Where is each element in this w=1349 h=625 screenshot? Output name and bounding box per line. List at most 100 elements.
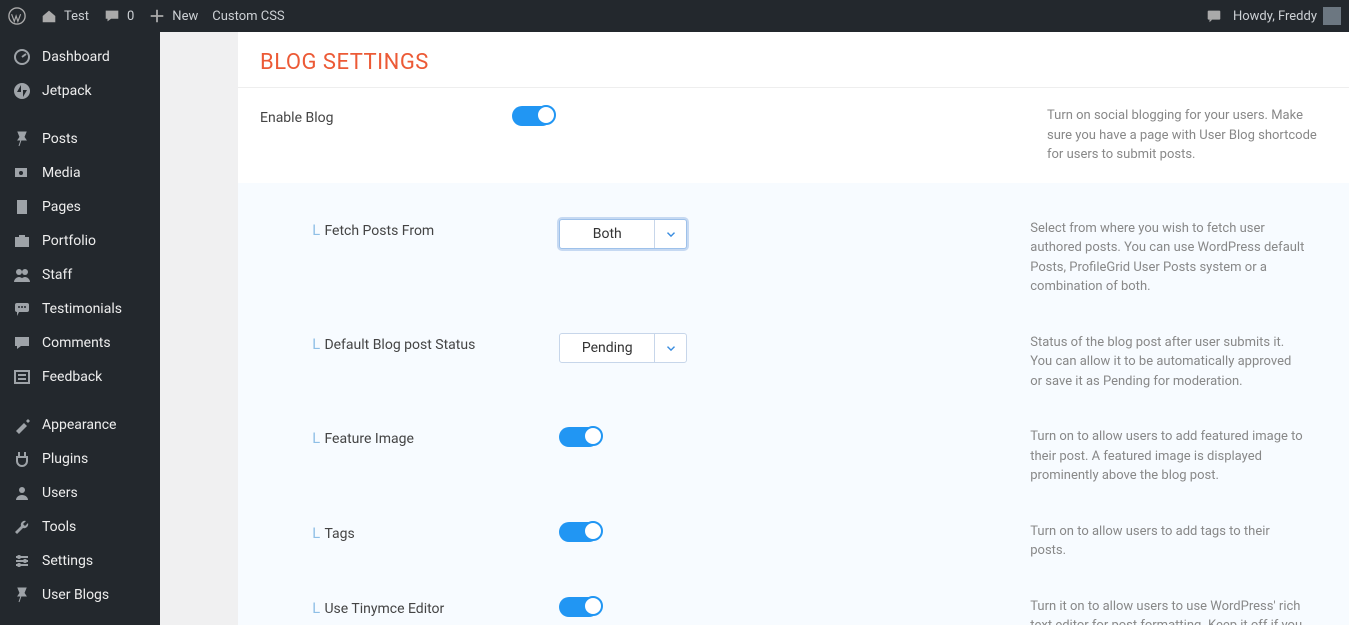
avatar: [1323, 7, 1341, 25]
admin-bar-right: Howdy, Freddy: [1205, 0, 1341, 32]
sidebar-label: Posts: [42, 131, 78, 147]
notifications-link[interactable]: [1205, 7, 1223, 25]
settings-title-block: BLOG SETTINGS: [238, 32, 1349, 88]
sidebar-label: Dashboard: [42, 49, 110, 65]
hierarchy-mark-icon: L: [312, 526, 320, 542]
sidebar-item-tools[interactable]: Tools: [0, 510, 160, 544]
chevron-down-icon: [654, 220, 686, 248]
testimonial-icon: [12, 299, 32, 319]
toggle-feature-image[interactable]: [559, 427, 599, 447]
sidebar-label: Appearance: [42, 417, 116, 433]
plugins-icon: [12, 449, 32, 469]
help-fetch-posts: Select from where you wish to fetch user…: [1030, 219, 1305, 297]
help-feature-image: Turn on to allow users to add featured i…: [1030, 427, 1305, 486]
comments-icon: [12, 333, 32, 353]
sidebar-item-staff[interactable]: Staff: [0, 258, 160, 292]
pages-icon: [12, 197, 32, 217]
row-post-status: LDefault Blog post Status Pending Status…: [260, 315, 1327, 410]
row-fetch-posts: LFetch Posts From Both Select from where…: [260, 191, 1327, 315]
row-enable-blog: Enable Blog Turn on social blogging for …: [238, 88, 1349, 183]
portfolio-icon: [12, 231, 32, 251]
home-icon: [40, 7, 58, 25]
sidebar-item-posts[interactable]: Posts: [0, 122, 160, 156]
comments-count: 0: [127, 9, 134, 24]
jetpack-icon: [12, 81, 32, 101]
wp-logo[interactable]: [8, 7, 26, 25]
plus-icon: [148, 7, 166, 25]
new-link[interactable]: New: [148, 7, 198, 25]
sidebar-label: Media: [42, 165, 81, 181]
row-feature-image: LFeature Image Turn on to allow users to…: [260, 409, 1327, 504]
sidebar-label: Jetpack: [42, 83, 92, 99]
pin-icon: [12, 129, 32, 149]
hierarchy-mark-icon: L: [312, 337, 320, 353]
comment-icon: [103, 7, 121, 25]
help-tinymce: Turn it on to allow users to use WordPre…: [1030, 597, 1305, 625]
howdy-label: Howdy, Freddy: [1233, 9, 1317, 24]
sidebar-label: Portfolio: [42, 233, 96, 249]
admin-bar: Test 0 New Custom CSS Howdy, Freddy: [0, 0, 1349, 32]
chevron-down-icon: [654, 334, 686, 362]
staff-icon: [12, 265, 32, 285]
row-tags: LTags Turn on to allow users to add tags…: [260, 504, 1327, 579]
label-fetch-posts: LFetch Posts From: [312, 219, 559, 239]
sidebar-item-plugins[interactable]: Plugins: [0, 442, 160, 476]
user-blogs-icon: [12, 585, 32, 605]
sidebar-item-feedback[interactable]: Feedback: [0, 360, 160, 394]
sidebar-item-pages[interactable]: Pages: [0, 190, 160, 224]
site-name-label: Test: [64, 9, 89, 24]
row-tinymce: LUse Tinymce Editor Turn it on to allow …: [260, 579, 1327, 625]
label-tags: LTags: [312, 522, 559, 542]
howdy-link[interactable]: Howdy, Freddy: [1233, 7, 1341, 25]
sidebar-item-jetpack[interactable]: Jetpack: [0, 74, 160, 108]
sidebar-item-user-blogs[interactable]: User Blogs: [0, 578, 160, 612]
label-tinymce: LUse Tinymce Editor: [312, 597, 559, 617]
admin-bar-left: Test 0 New Custom CSS: [8, 7, 285, 25]
sidebar-item-users[interactable]: Users: [0, 476, 160, 510]
new-label: New: [172, 9, 198, 24]
toggle-enable-blog[interactable]: [512, 106, 552, 126]
sidebar-item-media[interactable]: Media: [0, 156, 160, 190]
sidebar-item-comments[interactable]: Comments: [0, 326, 160, 360]
help-tags: Turn on to allow users to add tags to th…: [1030, 522, 1305, 561]
sidebar-item-dashboard[interactable]: Dashboard: [0, 40, 160, 74]
hierarchy-mark-icon: L: [312, 601, 320, 617]
users-icon: [12, 483, 32, 503]
main-content: BLOG SETTINGS Enable Blog Turn on social…: [160, 32, 1349, 625]
select-fetch-posts[interactable]: Both: [559, 219, 687, 249]
sidebar-label: Feedback: [42, 369, 102, 385]
chat-icon: [1205, 7, 1223, 25]
sidebar-label: Settings: [42, 553, 93, 569]
select-post-status[interactable]: Pending: [559, 333, 687, 363]
wordpress-icon: [8, 7, 26, 25]
sub-settings: LFetch Posts From Both Select from where…: [238, 183, 1349, 625]
custom-css-link[interactable]: Custom CSS: [212, 9, 284, 24]
hierarchy-mark-icon: L: [312, 431, 320, 447]
sidebar-label: Tools: [42, 519, 76, 535]
comments-link[interactable]: 0: [103, 7, 134, 25]
sidebar-label: Testimonials: [42, 301, 122, 317]
sidebar-label: Staff: [42, 267, 72, 283]
sidebar-label: Comments: [42, 335, 111, 351]
label-post-status: LDefault Blog post Status: [312, 333, 559, 353]
sidebar-item-testimonials[interactable]: Testimonials: [0, 292, 160, 326]
media-icon: [12, 163, 32, 183]
custom-css-label: Custom CSS: [212, 9, 284, 24]
sidebar-label: Users: [42, 485, 78, 501]
toggle-tags[interactable]: [559, 522, 599, 542]
label-feature-image: LFeature Image: [312, 427, 559, 447]
tools-icon: [12, 517, 32, 537]
site-name-link[interactable]: Test: [40, 7, 89, 25]
sidebar-item-portfolio[interactable]: Portfolio: [0, 224, 160, 258]
sidebar-item-settings[interactable]: Settings: [0, 544, 160, 578]
feedback-icon: [12, 367, 32, 387]
sidebar-label: Pages: [42, 199, 81, 215]
label-enable-blog: Enable Blog: [260, 106, 512, 126]
sidebar-item-appearance[interactable]: Appearance: [0, 408, 160, 442]
toggle-tinymce[interactable]: [559, 597, 599, 617]
sidebar-label: Plugins: [42, 451, 88, 467]
help-enable-blog: Turn on social blogging for your users. …: [1047, 106, 1327, 165]
sidebar-label: User Blogs: [42, 587, 109, 603]
select-fetch-value: Both: [560, 220, 654, 248]
hierarchy-mark-icon: L: [312, 223, 320, 239]
